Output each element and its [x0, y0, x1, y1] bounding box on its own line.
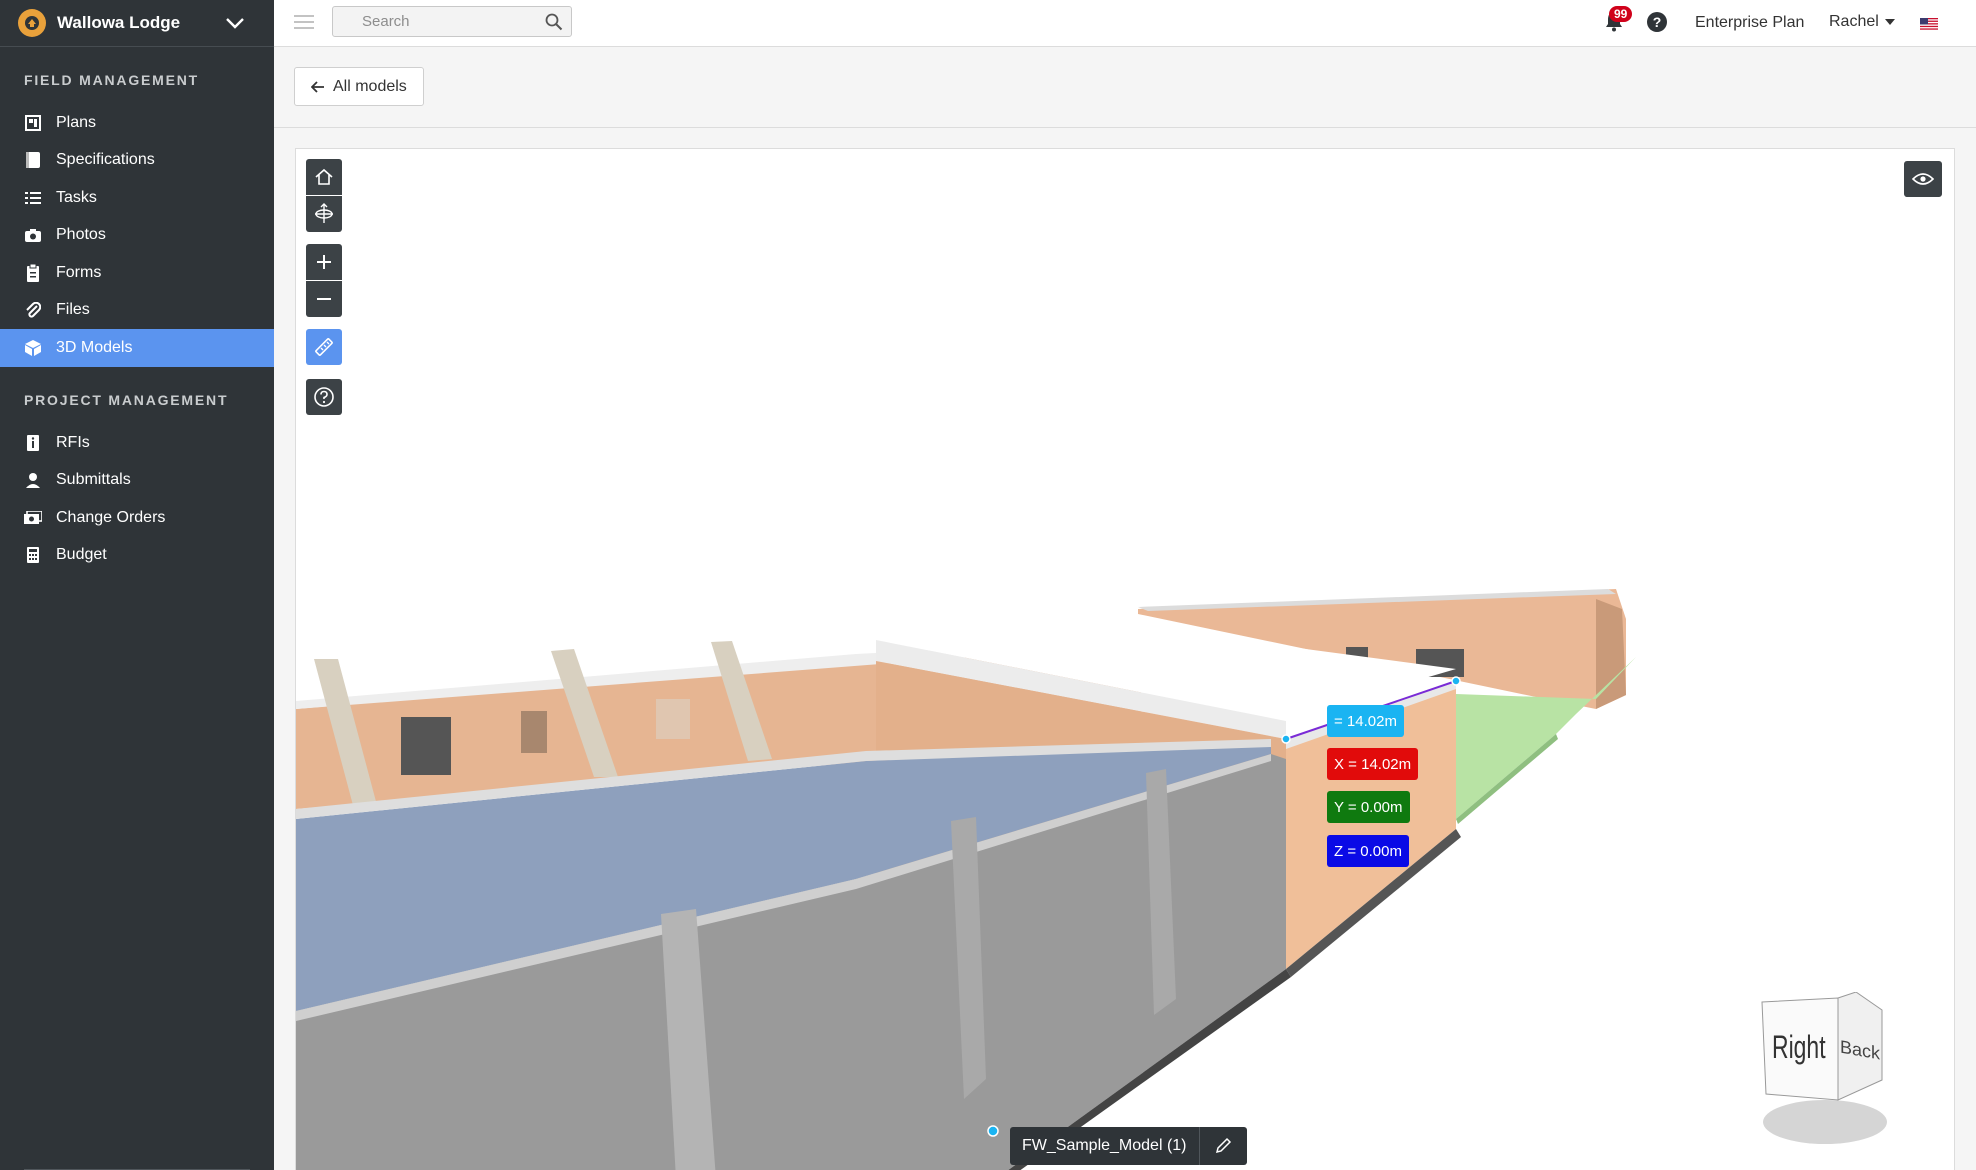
sidebar: Wallowa Lodge FIELD MANAGEMENT Plans Spe…: [0, 0, 274, 1170]
sidebar-item-photos[interactable]: Photos: [0, 217, 274, 255]
sidebar-item-label: Files: [56, 301, 90, 319]
sub-header: All models: [274, 48, 1976, 128]
edit-model-button[interactable]: [1198, 1127, 1247, 1165]
notification-count-badge: 99: [1609, 6, 1633, 22]
sidebar-item-label: Plans: [56, 113, 97, 131]
tasks-icon: [24, 189, 42, 207]
sidebar-item-label: Change Orders: [56, 508, 166, 526]
sidebar-item-label: RFIs: [56, 433, 90, 451]
home-icon: [315, 168, 333, 185]
section-title-project-management: PROJECT MANAGEMENT: [24, 392, 229, 408]
view-cube[interactable]: Right Back: [1758, 992, 1888, 1152]
measure-y-label: Y = 0.00m: [1327, 791, 1410, 823]
question-circle-icon: [314, 387, 334, 407]
sidebar-item-label: Forms: [56, 263, 102, 281]
us-flag-icon[interactable]: [1920, 17, 1938, 30]
sidebar-item-files[interactable]: Files: [0, 292, 274, 330]
all-models-button[interactable]: All models: [294, 67, 424, 106]
sidebar-item-rfis[interactable]: RFIs: [0, 424, 274, 462]
menu-icon[interactable]: [294, 14, 314, 35]
sidebar-item-label: Photos: [56, 226, 106, 244]
zoom-out-button[interactable]: [306, 281, 342, 317]
clipboard-icon: [24, 263, 42, 282]
calculator-icon: [24, 546, 42, 564]
measure-total-label: = 14.02m: [1327, 705, 1404, 737]
chevron-down-icon[interactable]: [224, 12, 246, 39]
project-switcher[interactable]: Wallowa Lodge: [0, 0, 274, 47]
sidebar-item-label: Specifications: [56, 151, 155, 169]
field-management-nav: Plans Specifications Tasks Photos Forms …: [0, 104, 274, 367]
sidebar-item-3d-models[interactable]: 3D Models: [0, 329, 274, 367]
plus-icon: [317, 255, 331, 269]
arrow-left-icon: [311, 80, 324, 93]
plan-label[interactable]: Enterprise Plan: [1695, 14, 1804, 32]
sidebar-item-budget[interactable]: Budget: [0, 537, 274, 575]
all-models-label: All models: [333, 77, 407, 95]
eye-icon: [1912, 173, 1934, 185]
sidebar-item-submittals[interactable]: Submittals: [0, 462, 274, 500]
sidebar-item-plans[interactable]: Plans: [0, 104, 274, 142]
search-icon[interactable]: [545, 13, 563, 36]
plans-icon: [24, 114, 42, 132]
measure-x-label: X = 14.02m: [1327, 748, 1419, 780]
orbit-icon: [315, 203, 333, 223]
visibility-toggle-button[interactable]: [1904, 161, 1942, 197]
sidebar-item-label: 3D Models: [56, 338, 133, 356]
sidebar-item-label: Budget: [56, 546, 107, 564]
paperclip-icon: [24, 301, 42, 319]
measure-z-label: Z = 0.00m: [1327, 835, 1409, 867]
search-input[interactable]: [333, 7, 533, 36]
sidebar-item-label: Submittals: [56, 471, 131, 489]
sidebar-item-forms[interactable]: Forms: [0, 254, 274, 292]
sidebar-item-change-orders[interactable]: Change Orders: [0, 499, 274, 537]
ruler-icon: [315, 338, 333, 356]
help-icon[interactable]: ?: [1647, 12, 1667, 32]
top-bar: 99 ? Enterprise Plan Rachel: [274, 0, 1976, 47]
specifications-icon: [24, 151, 42, 169]
caret-down-icon: [1884, 19, 1895, 25]
measure-tool-button[interactable]: [306, 329, 342, 365]
viewcube-right-face[interactable]: Right: [1772, 1029, 1826, 1065]
sidebar-item-specifications[interactable]: Specifications: [0, 142, 274, 180]
zoom-in-button[interactable]: [306, 244, 342, 280]
sidebar-item-tasks[interactable]: Tasks: [0, 179, 274, 217]
orbit-button[interactable]: [306, 196, 342, 232]
project-logo-icon: [18, 9, 46, 37]
cube-icon: [24, 339, 42, 357]
sidebar-item-label: Tasks: [56, 188, 97, 206]
person-icon: [24, 471, 42, 489]
search-box: [332, 6, 572, 37]
home-view-button[interactable]: [306, 159, 342, 195]
money-icon: [24, 509, 42, 527]
user-menu[interactable]: Rachel: [1829, 13, 1895, 31]
project-name: Wallowa Lodge: [57, 13, 181, 32]
project-management-nav: RFIs Submittals Change Orders Budget: [0, 424, 274, 574]
model-name-tag: FW_Sample_Model (1): [1010, 1127, 1247, 1165]
model-viewer[interactable]: = 14.02m X = 14.02m Y = 0.00m Z = 0.00m …: [295, 148, 1955, 1170]
model-canvas[interactable]: [296, 149, 1955, 1170]
section-title-field-management: FIELD MANAGEMENT: [24, 72, 200, 88]
viewer-help-button[interactable]: [306, 379, 342, 415]
info-doc-icon: [24, 434, 42, 452]
minus-icon: [317, 298, 331, 300]
pencil-icon: [1215, 1137, 1232, 1154]
user-name: Rachel: [1829, 13, 1879, 30]
camera-icon: [24, 226, 42, 244]
model-name: FW_Sample_Model (1): [1022, 1137, 1187, 1154]
